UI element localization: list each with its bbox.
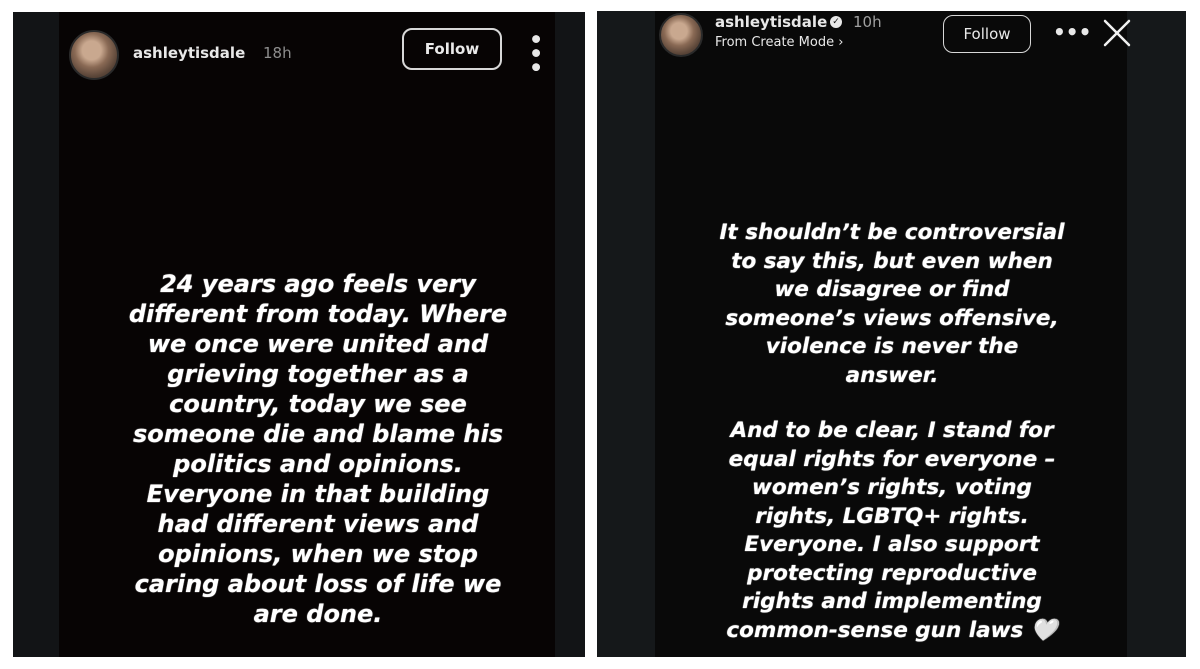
right-story-screenshot: ashleytisdale ✓ 10h From Create Mode › F… — [597, 11, 1186, 657]
follow-button[interactable]: Follow — [943, 15, 1031, 53]
profile-avatar[interactable] — [69, 30, 119, 80]
verified-badge-icon: ✓ — [830, 16, 842, 28]
story-paragraph-2: And to be clear, I stand for equal right… — [726, 418, 1058, 643]
story-text: 24 years ago feels very different from t… — [128, 270, 508, 628]
post-time: 18h — [263, 44, 292, 62]
post-time: 10h — [853, 13, 882, 31]
username[interactable]: ashleytisdale — [715, 13, 827, 31]
left-story-screenshot: ashleytisdale 18h Follow ••• 24 years ag… — [13, 12, 585, 657]
username[interactable]: ashleytisdale — [133, 44, 245, 62]
more-options-icon[interactable]: ••• — [522, 32, 547, 74]
create-mode-link[interactable]: From Create Mode › — [715, 35, 843, 50]
more-options-icon[interactable]: ••• — [1053, 19, 1091, 45]
story-paragraph-1: It shouldn’t be controversial to say thi… — [719, 220, 1065, 388]
profile-avatar[interactable] — [659, 13, 703, 57]
close-icon[interactable] — [1100, 16, 1134, 50]
follow-button[interactable]: Follow — [402, 28, 502, 70]
